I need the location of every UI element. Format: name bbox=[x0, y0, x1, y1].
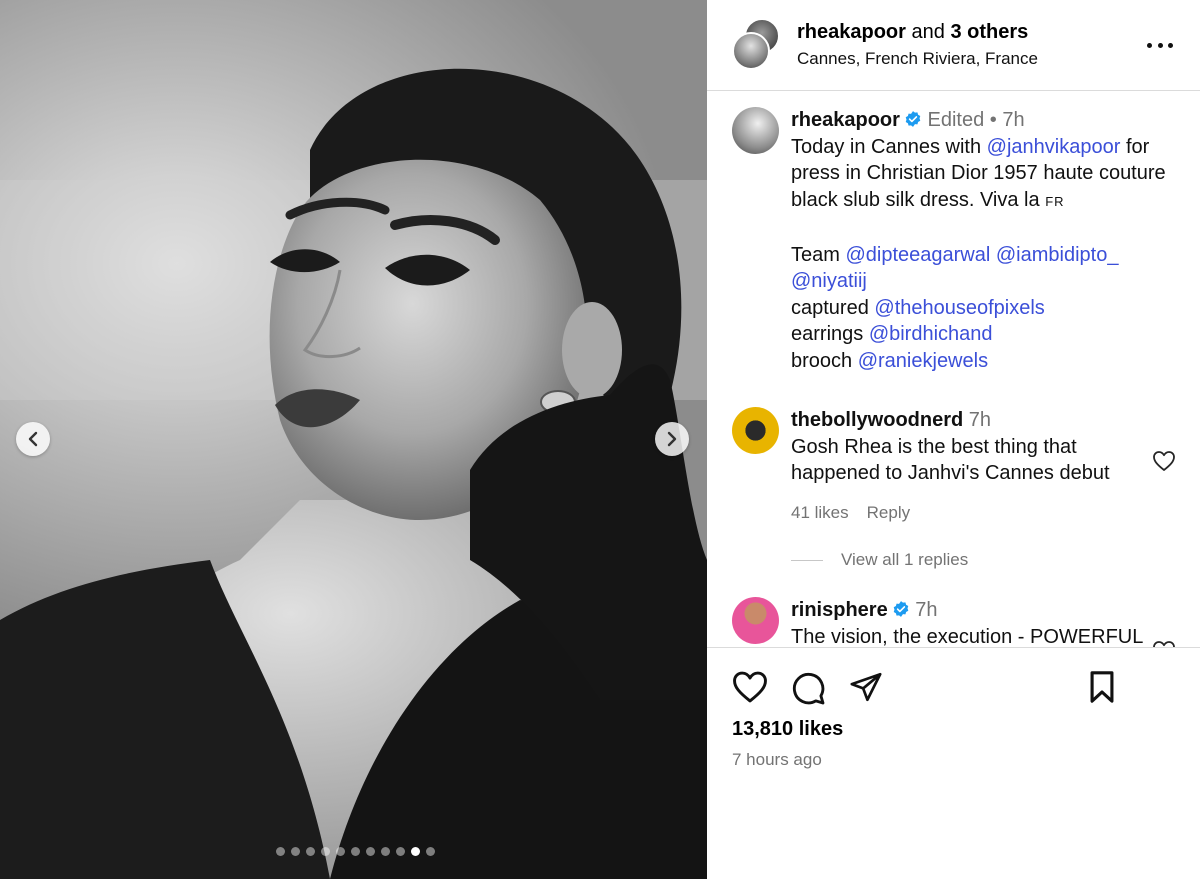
carousel-dot bbox=[411, 847, 420, 856]
comment: thebollywoodnerd 7h Gosh Rhea is the bes… bbox=[791, 407, 1141, 487]
edited-label: Edited bbox=[927, 109, 985, 131]
avatar[interactable] bbox=[732, 597, 779, 644]
caption-text: Today in Cannes with bbox=[791, 135, 987, 158]
mention-link[interactable]: @iambidipto_ bbox=[996, 244, 1119, 266]
carousel-dot bbox=[306, 847, 315, 856]
reply-button[interactable]: Reply bbox=[867, 503, 910, 522]
avatar[interactable] bbox=[732, 107, 779, 154]
mention-link[interactable]: @dipteeagarwal bbox=[845, 244, 990, 266]
post-details-pane: rheakapoor and 3 others Cannes, French R… bbox=[707, 0, 1200, 879]
mention-link[interactable]: @raniekjewels bbox=[858, 350, 988, 372]
comment-username[interactable]: rinisphere bbox=[791, 599, 888, 621]
meta-separator: • bbox=[989, 109, 997, 131]
comment-bubble-icon[interactable] bbox=[790, 670, 826, 706]
carousel-dot bbox=[336, 847, 345, 856]
chevron-left-icon bbox=[28, 431, 38, 447]
carousel-dot bbox=[381, 847, 390, 856]
carousel-dot bbox=[366, 847, 375, 856]
verified-badge-icon bbox=[893, 601, 908, 617]
comment-likes[interactable]: 41 likes bbox=[791, 503, 849, 522]
caption-username[interactable]: rheakapoor bbox=[791, 109, 900, 131]
carousel-dot bbox=[321, 847, 330, 856]
carousel-dot bbox=[396, 847, 405, 856]
like-comment-heart-icon[interactable] bbox=[1152, 640, 1176, 647]
more-horizontal-icon bbox=[1147, 42, 1152, 48]
carousel-dot bbox=[291, 847, 300, 856]
caption-text: earrings bbox=[791, 323, 869, 345]
like-heart-icon[interactable] bbox=[731, 670, 769, 704]
post-header: rheakapoor and 3 others Cannes, French R… bbox=[707, 0, 1200, 91]
carousel-dot bbox=[426, 847, 435, 856]
more-options-button[interactable] bbox=[1147, 38, 1173, 52]
like-comment-heart-icon[interactable] bbox=[1152, 450, 1176, 472]
verified-badge-icon bbox=[905, 111, 921, 127]
post-photo bbox=[0, 68, 707, 879]
author-username[interactable]: rheakapoor bbox=[797, 21, 906, 43]
caption-text: captured bbox=[791, 296, 875, 319]
carousel-dot bbox=[276, 847, 285, 856]
carousel-indicator bbox=[276, 847, 435, 856]
mention-link[interactable]: @janhvikapoor bbox=[987, 136, 1121, 158]
post-photo-carousel[interactable] bbox=[0, 0, 707, 879]
mention-link[interactable]: @niyatiij bbox=[791, 270, 867, 292]
caption-timestamp[interactable]: 7h bbox=[1002, 109, 1024, 131]
mention-link[interactable]: @thehouseofpixels bbox=[874, 297, 1044, 319]
comment-username[interactable]: thebollywoodnerd bbox=[791, 409, 963, 431]
view-replies-label: View all 1 replies bbox=[841, 550, 969, 569]
replies-divider bbox=[791, 559, 823, 561]
comment-timestamp[interactable]: 7h bbox=[969, 409, 991, 431]
comment: rinisphere 7h The vision, the execution … bbox=[791, 597, 1151, 647]
avatar[interactable] bbox=[732, 407, 779, 454]
view-replies-button[interactable]: View all 1 replies bbox=[791, 550, 968, 570]
post-timestamp: 7 hours ago bbox=[732, 750, 822, 769]
save-bookmark-icon[interactable] bbox=[1087, 670, 1117, 704]
author-joiner: and bbox=[911, 21, 945, 43]
caption-text: brooch bbox=[791, 349, 858, 372]
flag-fr-icon: FR bbox=[1045, 193, 1065, 209]
avatar bbox=[732, 32, 770, 70]
comment-timestamp[interactable]: 7h bbox=[915, 599, 937, 621]
carousel-dot bbox=[351, 847, 360, 856]
share-paper-plane-icon[interactable] bbox=[849, 670, 883, 704]
post-actions-bar: 13,810 likes 7 hours ago bbox=[707, 647, 1200, 879]
comment-text: Gosh Rhea is the best thing that happene… bbox=[791, 435, 1110, 485]
chevron-right-icon bbox=[667, 431, 677, 447]
carousel-prev-button[interactable] bbox=[16, 422, 50, 456]
mention-link[interactable]: @birdhichand bbox=[869, 323, 993, 345]
post-likes-count[interactable]: 13,810 likes bbox=[732, 718, 843, 741]
collab-avatars[interactable] bbox=[732, 18, 780, 70]
post-author[interactable]: rheakapoor and 3 others bbox=[797, 21, 1028, 44]
collaborators-link[interactable]: 3 others bbox=[950, 21, 1028, 43]
post-caption: rheakapoor Edited • 7h Today in Cannes w… bbox=[791, 107, 1186, 374]
carousel-next-button[interactable] bbox=[655, 422, 689, 456]
location-link[interactable]: Cannes, French Riviera, France bbox=[797, 49, 1038, 69]
comment-actions: 41 likes Reply bbox=[791, 503, 928, 523]
caption-text: Team bbox=[791, 243, 846, 266]
comments-scroll-area[interactable]: rheakapoor Edited • 7h Today in Cannes w… bbox=[707, 91, 1200, 647]
comment-text: The vision, the execution - POWERFUL bbox=[791, 625, 1144, 648]
